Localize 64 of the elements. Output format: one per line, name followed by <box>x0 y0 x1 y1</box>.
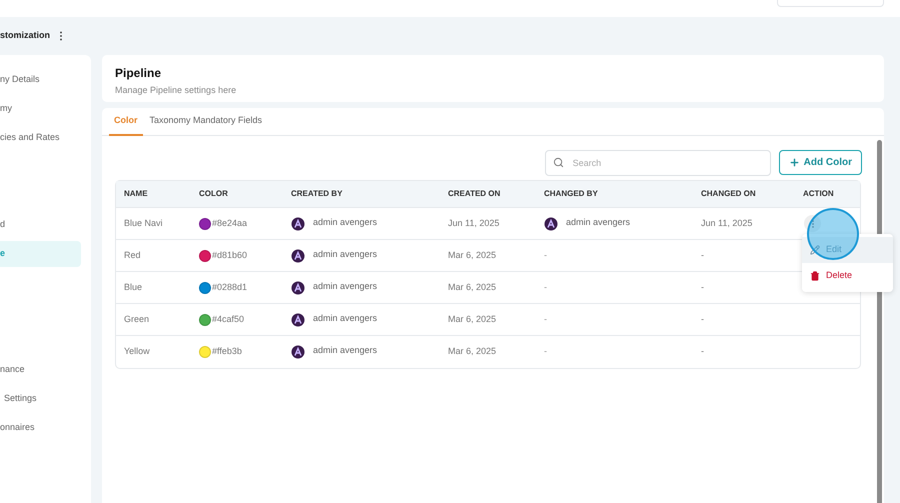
table-cell-text: admin avengers <box>313 248 378 261</box>
breadcrumb-title: stomization <box>0 29 50 42</box>
table-cell-text: Mar 6, 2025 <box>448 248 498 262</box>
table-cell-text: - <box>701 312 705 326</box>
table-cell-text: admin avengers <box>566 216 630 229</box>
table-cell-text: Blue <box>124 280 144 294</box>
avatar-icon <box>291 248 305 262</box>
column-header: CHANGED ON <box>701 188 757 200</box>
table-cell-text: - <box>544 280 548 294</box>
column-header: CREATED ON <box>448 188 502 200</box>
table-cell-text: Mar 6, 2025 <box>448 280 498 294</box>
table-cell-text: Jun 11, 2025 <box>701 216 754 230</box>
table-cell-text: Blue Navi <box>124 216 164 230</box>
table-cell-text: - <box>701 248 705 262</box>
table-cell-text: Mar 6, 2025 <box>448 345 498 358</box>
search-icon <box>552 157 564 168</box>
table-cell-text: #0288d1 <box>212 280 248 294</box>
avatar-icon <box>291 345 305 359</box>
add-color-button[interactable]: Add Color <box>778 150 862 175</box>
table-cell-text: - <box>701 280 705 294</box>
column-header: CREATED BY <box>291 188 344 200</box>
page-subtitle: Manage Pipeline settings here <box>115 84 238 97</box>
table-cell-text: - <box>544 312 548 326</box>
table-cell-text: admin avengers <box>313 344 378 358</box>
search-field[interactable]: Search <box>544 150 771 176</box>
page-title: Pipeline <box>115 65 162 82</box>
table-cell-text: Mar 6, 2025 <box>448 312 498 326</box>
table-cell-text: - <box>701 345 705 358</box>
table-cell-text: #4caf50 <box>212 312 244 326</box>
pencil-icon <box>810 245 820 255</box>
click-indicator <box>807 208 859 260</box>
table-cell-text: - <box>544 248 548 262</box>
table-cell-text: - <box>544 345 548 358</box>
row-menu-button[interactable] <box>804 215 821 232</box>
sidebar-item[interactable]: cies and Rates <box>0 125 81 151</box>
table-cell-text: #d81b60 <box>212 248 248 262</box>
plus-icon <box>788 157 800 168</box>
sidebar-item[interactable]: my <box>0 96 81 122</box>
table-cell-text: Green <box>124 312 150 326</box>
table-cell-text: Jun 11, 2025 <box>448 216 500 230</box>
tab[interactable]: Taxonomy Mandatory Fields <box>144 108 268 136</box>
sidebar-item[interactable]: d <box>0 212 81 238</box>
more-menu-button[interactable]: ⋮ <box>56 28 66 44</box>
column-header: COLOR <box>199 188 229 200</box>
table-cell-text: #ffeb3b <box>212 345 242 358</box>
column-header: NAME <box>124 188 149 200</box>
avatar-icon <box>291 312 305 326</box>
avatar-icon <box>544 216 558 230</box>
table-cell-text: Yellow <box>124 345 151 358</box>
table-cell-text: admin avengers <box>313 216 378 229</box>
column-header: CHANGED BY <box>544 188 599 200</box>
column-header: ACTION <box>803 188 835 200</box>
sidebar-item[interactable]: Settings <box>0 386 81 412</box>
avatar-icon <box>291 280 305 294</box>
table-cell-text: admin avengers <box>313 280 378 293</box>
sidebar-item[interactable]: onnaires <box>0 415 81 441</box>
menu-item[interactable]: Delete <box>802 263 893 289</box>
sidebar-item[interactable]: nance <box>0 357 81 383</box>
trash-icon <box>810 271 820 281</box>
table-cell-text: admin avengers <box>313 312 378 325</box>
avatar-icon <box>291 216 305 230</box>
sidebar-item[interactable]: ny Details <box>0 67 81 93</box>
table-cell-text: Red <box>124 248 142 262</box>
table-cell-text: #8e24aa <box>212 216 248 230</box>
